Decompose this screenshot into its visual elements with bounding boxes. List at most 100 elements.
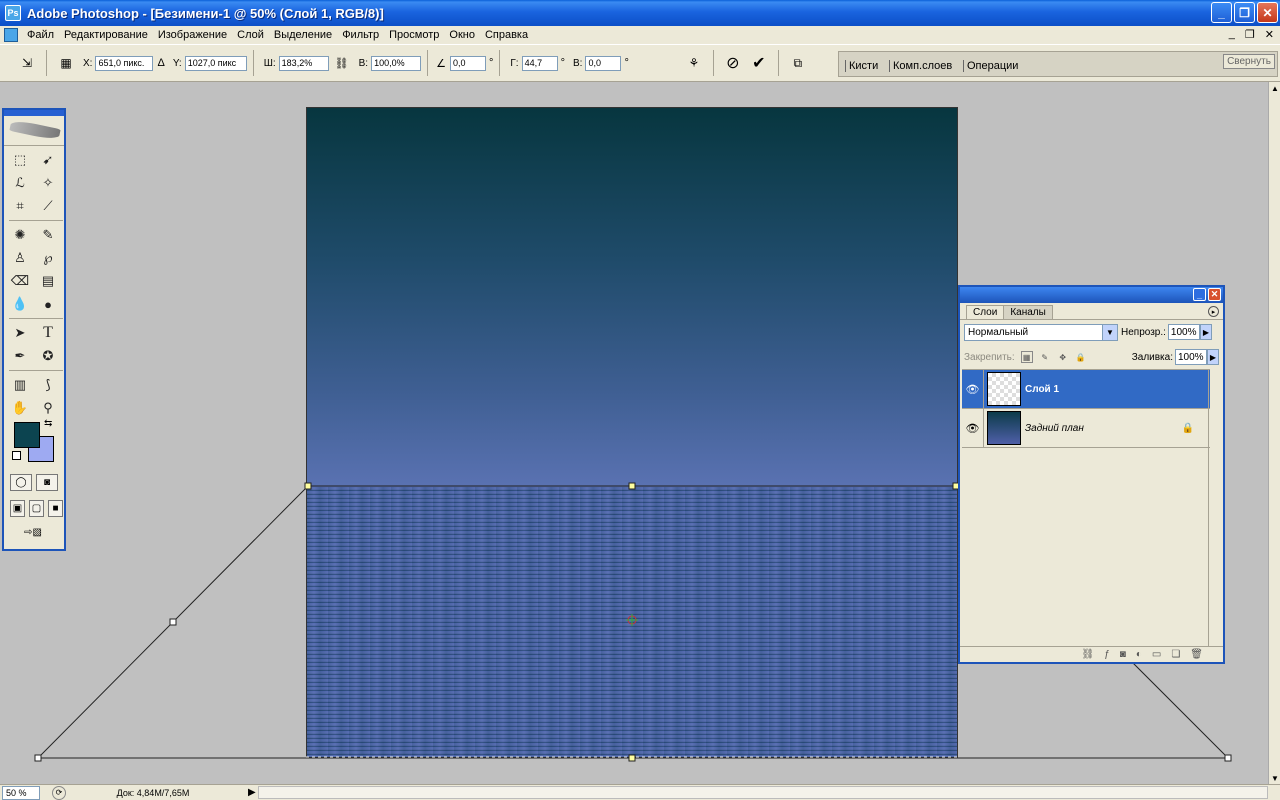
blend-mode-select[interactable]: Нормальный ▼ bbox=[964, 323, 1118, 341]
doc-minimize-button[interactable]: _ bbox=[1229, 28, 1235, 41]
rotation-angle-field[interactable]: 0,0 bbox=[449, 55, 486, 71]
link-layers-icon[interactable]: ⛓ bbox=[1082, 649, 1095, 660]
menu-view[interactable]: Просмотр bbox=[384, 29, 444, 41]
new-layer-icon[interactable]: ❏ bbox=[1171, 649, 1180, 660]
zoom-tool-icon[interactable]: ⚲ bbox=[37, 398, 59, 418]
menu-layer[interactable]: Слой bbox=[232, 29, 269, 41]
layer-name[interactable]: Задний план bbox=[1025, 423, 1084, 434]
menu-select[interactable]: Выделение bbox=[269, 29, 337, 41]
layer-row-layer1[interactable]: 👁 Слой 1 bbox=[962, 370, 1210, 409]
brushes-tab[interactable]: Кисти bbox=[845, 60, 881, 72]
tab-layers[interactable]: Слои bbox=[966, 305, 1005, 319]
menu-file[interactable]: Файл bbox=[22, 29, 59, 41]
layer-row-background[interactable]: 👁 Задний план 🔒 bbox=[962, 409, 1210, 448]
toolbox-logo[interactable] bbox=[4, 116, 64, 146]
document-canvas[interactable] bbox=[306, 107, 958, 758]
vertical-scrollbar[interactable]: ▲ ▼ bbox=[1268, 82, 1280, 784]
standard-screen-mode-button[interactable]: ▣ bbox=[10, 500, 25, 517]
collapse-button[interactable]: Свернуть bbox=[1223, 54, 1275, 69]
magic-wand-tool-icon[interactable]: ✧ bbox=[37, 173, 59, 193]
width-field[interactable]: 183,2% bbox=[278, 55, 329, 71]
actions-tab[interactable]: Операции bbox=[963, 60, 1021, 72]
height-field[interactable]: 100,0% bbox=[371, 55, 422, 71]
clone-stamp-tool-icon[interactable]: ♙ bbox=[9, 248, 31, 268]
healing-brush-tool-icon[interactable]: ✺ bbox=[9, 225, 31, 245]
status-menu-arrow-icon[interactable]: ▶ bbox=[248, 787, 256, 798]
file-browser-icon[interactable]: ⧉ bbox=[789, 54, 807, 72]
new-group-icon[interactable]: ▭ bbox=[1152, 649, 1161, 660]
move-tool-icon[interactable]: ➹ bbox=[37, 150, 59, 170]
move-tool-preset-icon[interactable]: ⇲ bbox=[18, 54, 36, 72]
photoshop-app-icon[interactable]: Ps bbox=[5, 5, 21, 21]
zoom-field[interactable]: 50 % bbox=[2, 785, 40, 800]
visibility-eye-icon[interactable]: 👁 bbox=[962, 409, 984, 447]
cancel-transform-icon[interactable]: ⊘ bbox=[724, 54, 742, 72]
swap-colors-icon[interactable]: ⇆ bbox=[44, 418, 52, 429]
scroll-up-icon[interactable]: ▲ bbox=[1269, 82, 1280, 94]
horizontal-skew-field[interactable]: 44,7 bbox=[521, 55, 558, 71]
marquee-tool-icon[interactable]: ⬚ bbox=[9, 150, 31, 170]
jump-to-imageready-button[interactable]: ⇨▧ bbox=[10, 524, 56, 541]
history-brush-tool-icon[interactable]: ℘ bbox=[37, 248, 59, 268]
fill-slider-arrow-icon[interactable]: ▶ bbox=[1207, 349, 1219, 365]
default-colors-icon[interactable] bbox=[12, 451, 21, 460]
x-position-field[interactable]: 651,0 пикс. bbox=[95, 55, 154, 71]
slice-tool-icon[interactable]: ⟋ bbox=[37, 196, 59, 216]
menu-window[interactable]: Окно bbox=[444, 29, 480, 41]
brush-tool-icon[interactable]: ✎ bbox=[37, 225, 59, 245]
layer-name[interactable]: Слой 1 bbox=[1025, 384, 1059, 395]
gradient-tool-icon[interactable]: ▤ bbox=[37, 271, 59, 291]
standard-mode-button[interactable]: ◯ bbox=[10, 474, 32, 491]
document-menu-icon[interactable] bbox=[4, 28, 18, 42]
relative-position-icon[interactable]: Δ bbox=[157, 57, 164, 69]
scroll-down-icon[interactable]: ▼ bbox=[1269, 772, 1280, 784]
hand-tool-icon[interactable]: ✋ bbox=[9, 398, 31, 418]
commit-transform-icon[interactable]: ✔ bbox=[750, 54, 768, 72]
full-screen-mode-button[interactable]: ■ bbox=[48, 500, 63, 517]
lock-position-icon[interactable]: ✥ bbox=[1057, 351, 1069, 363]
custom-shape-tool-icon[interactable]: ✪ bbox=[37, 346, 59, 366]
maximize-button[interactable]: ❐ bbox=[1234, 2, 1255, 23]
doc-restore-button[interactable]: ❐ bbox=[1245, 28, 1255, 41]
eraser-tool-icon[interactable]: ⌫ bbox=[9, 271, 31, 291]
doc-close-button[interactable]: ✕ bbox=[1265, 28, 1274, 41]
foreground-color-swatch[interactable] bbox=[14, 422, 40, 448]
menu-edit[interactable]: Редактирование bbox=[59, 29, 153, 41]
dodge-tool-icon[interactable]: ● bbox=[37, 294, 59, 314]
layer-comps-tab[interactable]: Комп.слоев bbox=[889, 60, 955, 72]
palette-close-button[interactable]: ✕ bbox=[1208, 288, 1221, 301]
vertical-skew-field[interactable]: 0,0 bbox=[585, 55, 622, 71]
path-selection-tool-icon[interactable]: ➤ bbox=[9, 323, 31, 343]
palette-minimize-button[interactable]: _ bbox=[1193, 288, 1206, 301]
blur-tool-icon[interactable]: 💧 bbox=[9, 294, 31, 314]
menu-help[interactable]: Справка bbox=[480, 29, 533, 41]
tab-channels[interactable]: Каналы bbox=[1003, 305, 1053, 319]
lock-transparency-icon[interactable]: ▦ bbox=[1020, 351, 1033, 363]
fill-field[interactable]: 100% bbox=[1175, 349, 1207, 365]
reference-point-icon[interactable]: ▦ bbox=[57, 54, 75, 72]
lock-pixels-icon[interactable]: ✎ bbox=[1039, 351, 1051, 363]
minimize-button[interactable]: _ bbox=[1211, 2, 1232, 23]
delete-layer-icon[interactable]: 🗑 bbox=[1190, 649, 1203, 660]
opacity-slider-arrow-icon[interactable]: ▶ bbox=[1199, 324, 1212, 340]
workgroup-icon[interactable]: ⟳ bbox=[52, 785, 66, 800]
add-mask-icon[interactable]: ◙ bbox=[1120, 649, 1126, 660]
warp-mode-icon[interactable]: ⚘ bbox=[685, 54, 703, 72]
palette-menu-icon[interactable]: ▸ bbox=[1208, 306, 1219, 317]
eyedropper-tool-icon[interactable]: ⟆ bbox=[37, 375, 59, 395]
lock-all-icon[interactable]: 🔒 bbox=[1075, 351, 1087, 363]
chevron-down-icon[interactable]: ▼ bbox=[1102, 324, 1117, 340]
adjustment-layer-icon[interactable]: ◐ bbox=[1136, 649, 1142, 660]
close-button[interactable]: ✕ bbox=[1257, 2, 1278, 23]
layers-scrollbar[interactable] bbox=[1208, 369, 1221, 646]
pen-tool-icon[interactable]: ✒ bbox=[9, 346, 31, 366]
visibility-eye-icon[interactable]: 👁 bbox=[962, 370, 984, 408]
y-position-field[interactable]: 1027,0 пикс bbox=[184, 55, 247, 71]
notes-tool-icon[interactable]: ▥ bbox=[9, 375, 31, 395]
horizontal-scrollbar[interactable] bbox=[258, 786, 1268, 799]
type-tool-icon[interactable]: T bbox=[37, 323, 59, 343]
menu-filter[interactable]: Фильтр bbox=[337, 29, 384, 41]
crop-tool-icon[interactable]: ⌗ bbox=[9, 196, 31, 216]
layer-style-icon[interactable]: ƒ bbox=[1104, 649, 1110, 660]
opacity-field[interactable]: 100% bbox=[1167, 324, 1200, 340]
